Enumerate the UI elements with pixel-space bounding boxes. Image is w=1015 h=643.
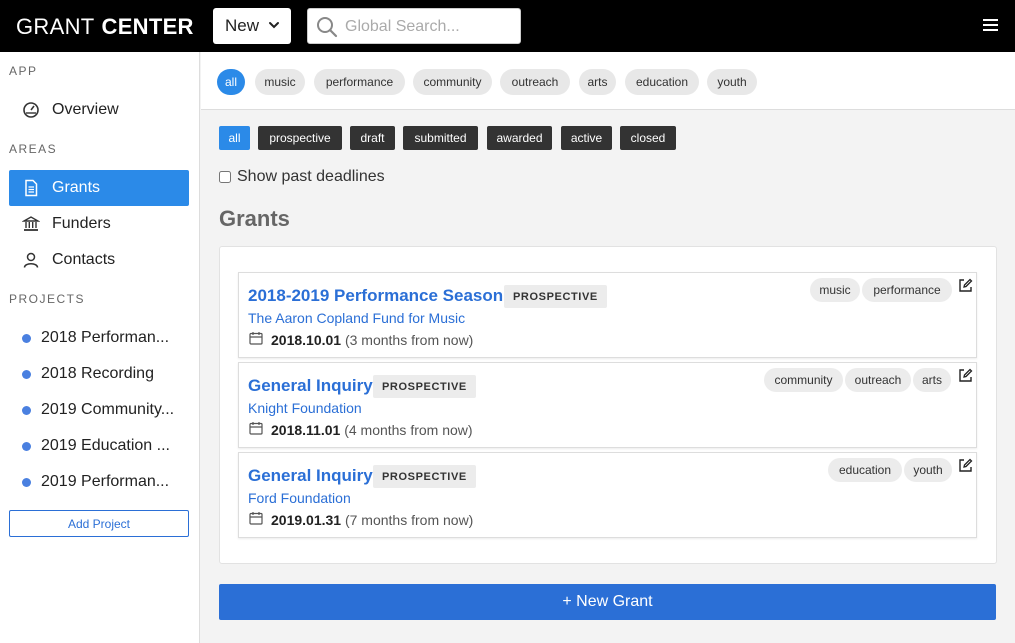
sidebar-item-label: Funders <box>52 215 111 232</box>
add-project-button[interactable]: Add Project <box>9 510 189 537</box>
new-dropdown-button[interactable]: New <box>213 8 291 44</box>
document-icon <box>25 179 38 197</box>
grant-card: General Inquiry PROSPECTIVE Knight Found… <box>238 362 977 448</box>
deadline-relative: (4 months from now) <box>344 422 473 438</box>
project-item[interactable]: 2018 Performan... <box>9 320 189 356</box>
project-item[interactable]: 2019 Education ... <box>9 428 189 464</box>
deadline-date: 2019.01.31 <box>271 512 342 528</box>
tag-filter-community[interactable]: community <box>413 69 492 95</box>
sidebar-item-contacts[interactable]: Contacts <box>9 242 189 278</box>
status-filter-awarded[interactable]: awarded <box>487 126 552 150</box>
page-title: Grants <box>219 206 290 231</box>
show-past-checkbox[interactable] <box>219 171 231 183</box>
top-bar: GRANT CENTER New <box>0 0 1015 52</box>
project-item[interactable]: 2019 Performan... <box>9 464 189 500</box>
new-grant-button[interactable]: + New Grant <box>219 584 996 620</box>
tag-filter-youth[interactable]: youth <box>707 69 757 95</box>
project-dot <box>22 405 31 415</box>
project-label: 2019 Community... <box>41 401 175 418</box>
deadline-relative: (7 months from now) <box>344 512 474 528</box>
grant-tag[interactable]: music <box>810 278 860 302</box>
deadline: 2019.01.31 (7 months from now) <box>271 512 473 528</box>
tag-filter-performance[interactable]: performance <box>314 69 405 95</box>
global-search <box>307 8 521 44</box>
deadline: 2018.10.01 (3 months from now) <box>271 332 473 348</box>
search-input[interactable] <box>345 15 515 39</box>
tag-filter-education[interactable]: education <box>625 69 699 95</box>
edit-icon[interactable] <box>958 458 973 473</box>
grant-title-link[interactable]: General Inquiry <box>248 466 373 486</box>
sidebar-item-label: Grants <box>52 179 101 196</box>
deadline-date: 2018.11.01 <box>271 422 341 438</box>
status-filter-closed[interactable]: closed <box>620 126 676 150</box>
sidebar-item-overview[interactable]: Overview <box>9 92 189 128</box>
project-label: 2019 Education ... <box>41 437 170 454</box>
project-item[interactable]: 2018 Recording <box>9 356 189 392</box>
project-dot <box>22 477 31 487</box>
project-item[interactable]: 2019 Community... <box>9 392 189 428</box>
grant-tag[interactable]: performance <box>862 278 952 302</box>
tag-filter-bar: all music performance community outreach… <box>201 52 1015 110</box>
sidebar-item-label: Contacts <box>52 251 116 268</box>
bank-icon <box>22 216 40 231</box>
tag-filter-music[interactable]: music <box>255 69 305 95</box>
status-filter-active[interactable]: active <box>561 126 612 150</box>
grant-tag[interactable]: arts <box>913 368 951 392</box>
grant-title-link[interactable]: 2018-2019 Performance Season <box>248 286 503 306</box>
logo-text-bold: CENTER <box>101 14 194 39</box>
tag-filter-outreach[interactable]: outreach <box>500 69 570 95</box>
tag-filter-all[interactable]: all <box>217 69 245 95</box>
status-filter-prospective[interactable]: prospective <box>258 126 342 150</box>
logo-text-light: GRANT <box>16 14 95 39</box>
sidebar-item-funders[interactable]: Funders <box>9 206 189 242</box>
funder-link[interactable]: Knight Foundation <box>248 400 362 416</box>
edit-icon[interactable] <box>958 368 973 383</box>
deadline-date: 2018.10.01 <box>271 332 342 348</box>
grant-tag[interactable]: outreach <box>845 368 911 392</box>
hamburger-icon[interactable] <box>983 19 998 33</box>
project-label: 2019 Performan... <box>41 473 170 490</box>
user-icon <box>23 252 39 268</box>
deadline: 2018.11.01 (4 months from now) <box>271 422 473 438</box>
status-badge: PROSPECTIVE <box>373 465 476 488</box>
chevron-down-icon <box>269 22 279 29</box>
status-filter-all[interactable]: all <box>219 126 250 150</box>
status-badge: PROSPECTIVE <box>504 285 607 308</box>
status-filter-submitted[interactable]: submitted <box>403 126 478 150</box>
calendar-icon <box>249 422 263 435</box>
tag-filter-arts[interactable]: arts <box>579 69 616 95</box>
funder-link[interactable]: The Aaron Copland Fund for Music <box>248 310 465 326</box>
grant-card: 2018-2019 Performance Season PROSPECTIVE… <box>238 272 977 358</box>
sidebar-item-label: Overview <box>52 101 119 118</box>
status-filter-draft[interactable]: draft <box>350 126 395 150</box>
sidebar: APP Overview AREAS Grants Funders Contac… <box>0 52 200 643</box>
status-badge: PROSPECTIVE <box>373 375 476 398</box>
grant-card: General Inquiry PROSPECTIVE Ford Foundat… <box>238 452 977 538</box>
search-icon <box>317 17 338 38</box>
project-dot <box>22 441 31 451</box>
grant-tag[interactable]: youth <box>904 458 952 482</box>
grant-title-link[interactable]: General Inquiry <box>248 376 373 396</box>
project-label: 2018 Performan... <box>41 329 170 346</box>
deadline-relative: (3 months from now) <box>344 332 474 348</box>
new-button-label: New <box>225 16 260 35</box>
section-label-app: APP <box>9 64 38 78</box>
edit-icon[interactable] <box>958 278 973 293</box>
grant-tag[interactable]: education <box>828 458 902 482</box>
app-logo[interactable]: GRANT CENTER <box>16 14 194 40</box>
show-past-label: Show past deadlines <box>237 168 385 185</box>
sidebar-item-grants[interactable]: Grants <box>9 170 189 206</box>
show-past-deadlines[interactable]: Show past deadlines <box>219 168 385 186</box>
calendar-icon <box>249 512 263 525</box>
section-label-areas: AREAS <box>9 142 58 156</box>
dashboard-icon <box>23 102 39 118</box>
project-dot <box>22 333 31 343</box>
calendar-icon <box>249 332 263 345</box>
funder-link[interactable]: Ford Foundation <box>248 490 351 506</box>
project-label: 2018 Recording <box>41 365 154 382</box>
section-label-projects: PROJECTS <box>9 292 86 306</box>
grant-tag[interactable]: community <box>764 368 843 392</box>
project-dot <box>22 369 31 379</box>
